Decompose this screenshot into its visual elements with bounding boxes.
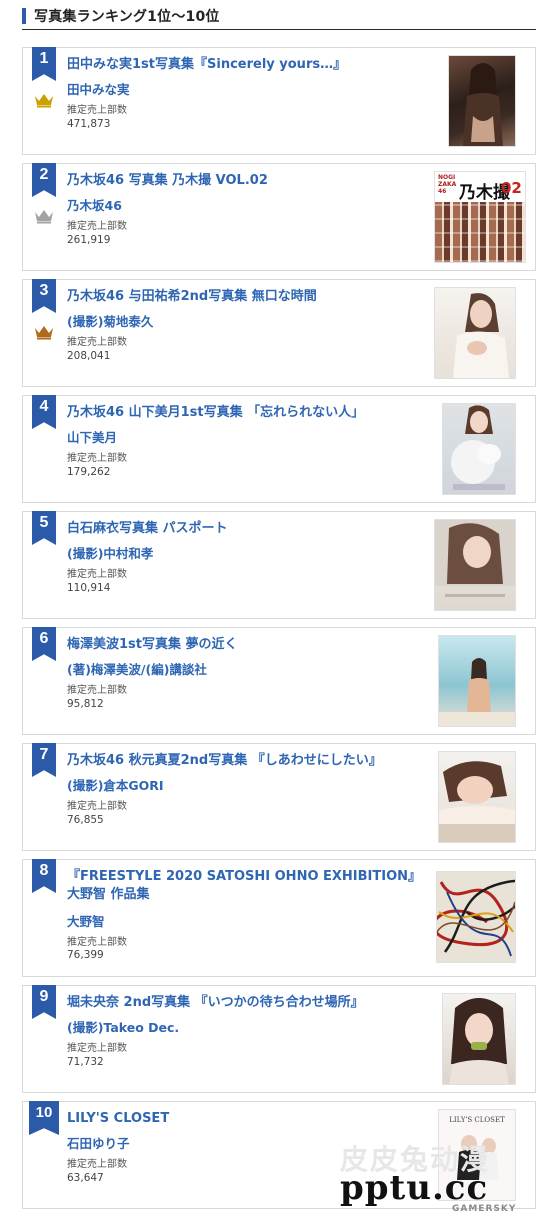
sales-label: 推定売上部数: [67, 685, 127, 696]
author-link[interactable]: (撮影)菊地泰久: [67, 311, 153, 330]
cover-photo-figure: [439, 658, 515, 726]
sales-label: 推定売上部数: [67, 569, 127, 580]
sales-label: 推定売上部数: [67, 221, 127, 232]
book-title-link[interactable]: 乃木坂46 秋元真夏2nd写真集 『しあわせにしたい』: [67, 752, 447, 769]
author-link[interactable]: 石田ゆり子: [67, 1133, 130, 1152]
rank-badge: 8: [32, 859, 56, 893]
sales-count: 179,262: [67, 466, 111, 478]
author-link[interactable]: (著)梅澤美波/(編)講談社: [67, 659, 207, 678]
sales-label: 推定売上部数: [67, 1043, 127, 1054]
sales-count: 95,812: [67, 698, 104, 710]
book-title-link[interactable]: 梅澤美波1st写真集 夢の近く: [67, 636, 447, 653]
rank-badge: 2: [32, 163, 56, 197]
book-title-link[interactable]: 乃木坂46 写真集 乃木撮 VOL.02: [67, 172, 447, 189]
book-cover-image[interactable]: [435, 288, 515, 378]
watermark-site: pptu.cc: [340, 1168, 489, 1208]
section-header: 写真集ランキング1位～10位: [22, 5, 536, 30]
sales-label: 推定売上部数: [67, 453, 127, 464]
bronze-crown-icon: [35, 326, 53, 340]
section-title: 写真集ランキング1位～10位: [34, 9, 220, 25]
author-link[interactable]: (撮影)Takeo Dec.: [67, 1017, 179, 1036]
rank-badge: 1: [32, 47, 56, 81]
rank-badge: 10: [29, 1101, 59, 1135]
rank-badge: 6: [32, 627, 56, 661]
sales-count: 208,041: [67, 350, 111, 362]
cover-photo-figure: [453, 293, 509, 378]
cover-abstract-art: [432, 872, 528, 962]
book-cover-image[interactable]: [443, 404, 515, 494]
sales-label: 推定売上部数: [67, 937, 127, 948]
book-cover-image[interactable]: NOGI ZAKA 46 乃木撮 02: [435, 172, 525, 262]
cover-photo-figure: [449, 998, 509, 1084]
book-title-link[interactable]: LILY'S CLOSET: [67, 1110, 447, 1127]
sales-count: 261,919: [67, 234, 111, 246]
book-cover-image[interactable]: [439, 752, 515, 842]
cover-photo-figure: [451, 405, 505, 490]
book-cover-image[interactable]: [443, 994, 515, 1084]
ranking-item-8[interactable]: 8 『FREESTYLE 2020 SATOSHI OHNO EXHIBITIO…: [22, 859, 536, 977]
cover-photo-figure: [435, 520, 515, 597]
ranking-item-7[interactable]: 7 乃木坂46 秋元真夏2nd写真集 『しあわせにしたい』 (撮影)倉本GORI…: [22, 743, 536, 851]
author-link[interactable]: 田中みな実: [67, 79, 130, 98]
cover-top-text: NOGI ZAKA 46: [438, 174, 457, 195]
sales-label: 推定売上部数: [67, 1159, 127, 1170]
cover-photo-figure: [439, 761, 515, 842]
ranking-item-5[interactable]: 5 白石麻衣写真集 パスポート (撮影)中村和孝 推定売上部数 110,914: [22, 511, 536, 619]
book-cover-image[interactable]: [435, 520, 515, 610]
author-link[interactable]: 乃木坂46: [67, 195, 122, 214]
author-link[interactable]: 山下美月: [67, 427, 117, 446]
silver-crown-icon: [35, 210, 53, 224]
sales-count: 76,855: [67, 814, 104, 826]
watermark-brand: GAMERSKY: [452, 1204, 517, 1214]
sales-count: 471,873: [67, 118, 111, 130]
ranking-item-9[interactable]: 9 堀未央奈 2nd写真集 『いつかの待ち合わせ場所』 (撮影)Takeo De…: [22, 985, 536, 1093]
book-cover-image[interactable]: [432, 872, 528, 962]
cover-photo-figure: [463, 63, 503, 146]
author-link[interactable]: (撮影)中村和孝: [67, 543, 153, 562]
ranking-item-6[interactable]: 6 梅澤美波1st写真集 夢の近く (著)梅澤美波/(編)講談社 推定売上部数 …: [22, 627, 536, 735]
book-cover-image[interactable]: [439, 636, 515, 726]
ranking-item-4[interactable]: 4 乃木坂46 山下美月1st写真集 「忘れられない人」 山下美月 推定売上部数…: [22, 395, 536, 503]
rank-badge: 5: [32, 511, 56, 545]
sales-label: 推定売上部数: [67, 337, 127, 348]
sales-label: 推定売上部数: [67, 801, 127, 812]
book-subtitle-link[interactable]: 大野智 作品集: [67, 886, 447, 903]
author-link[interactable]: 大野智: [67, 911, 105, 930]
rank-badge: 7: [32, 743, 56, 777]
book-title-link[interactable]: 田中みな実1st写真集『Sincerely yours…』: [67, 56, 447, 73]
book-title-link[interactable]: 乃木坂46 山下美月1st写真集 「忘れられない人」: [67, 404, 447, 421]
book-title-link[interactable]: 堀未央奈 2nd写真集 『いつかの待ち合わせ場所』: [67, 994, 447, 1011]
ranking-item-3[interactable]: 3 乃木坂46 与田祐希2nd写真集 無口な時間 (撮影)菊地泰久 推定売上部数…: [22, 279, 536, 387]
book-title-link[interactable]: 白石麻衣写真集 パスポート: [67, 520, 447, 537]
sales-label: 推定売上部数: [67, 105, 127, 116]
sales-count: 71,732: [67, 1056, 104, 1068]
sales-count: 76,399: [67, 949, 104, 961]
sales-count: 63,647: [67, 1172, 104, 1184]
book-title-link[interactable]: 『FREESTYLE 2020 SATOSHI OHNO EXHIBITION』: [67, 868, 447, 885]
rank-badge: 9: [32, 985, 56, 1019]
ranking-item-2[interactable]: 2 乃木坂46 写真集 乃木撮 VOL.02 乃木坂46 推定売上部数 261,…: [22, 163, 536, 271]
author-link[interactable]: (撮影)倉本GORI: [67, 775, 164, 794]
rank-badge: 3: [32, 279, 56, 313]
cover-number-text: 02: [501, 179, 522, 197]
gold-crown-icon: [35, 94, 53, 108]
book-cover-image[interactable]: [449, 56, 515, 146]
rank-badge: 4: [32, 395, 56, 429]
ranking-item-1[interactable]: 1 田中みな実1st写真集『Sincerely yours…』 田中みな実 推定…: [22, 47, 536, 155]
book-title-link[interactable]: 乃木坂46 与田祐希2nd写真集 無口な時間: [67, 288, 447, 305]
sales-count: 110,914: [67, 582, 111, 594]
header-accent-bar: [22, 8, 26, 24]
